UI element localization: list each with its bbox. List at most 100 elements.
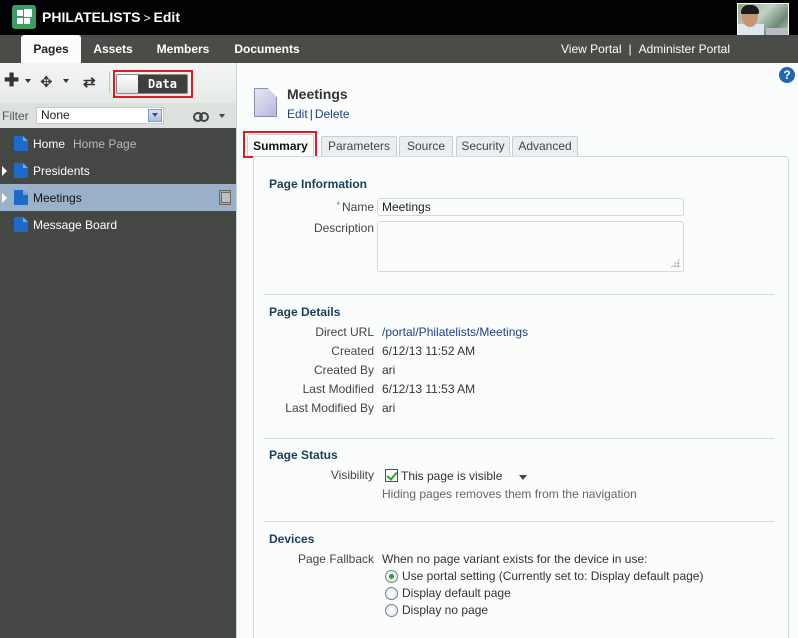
breadcrumb: PHILATELISTS > Edit xyxy=(42,9,180,25)
section-divider xyxy=(264,438,774,439)
portal-editor: PHILATELISTS > Edit Pages Assets Members D… xyxy=(0,0,798,638)
help-icon[interactable]: ? xyxy=(779,67,795,83)
direct-url-label: Direct URL xyxy=(315,325,374,339)
last-modified-by-label: Last Modified By xyxy=(285,401,374,415)
created-label: Created xyxy=(331,344,374,358)
page-tree: Home Home Page Presidents Meetings Messag… xyxy=(0,130,236,238)
tree-item-label[interactable]: Home xyxy=(33,137,65,151)
visibility-checkbox-label[interactable]: This page is visible xyxy=(401,469,502,483)
nav-tab-pages[interactable]: Pages xyxy=(21,35,81,63)
last-modified-value: 6/12/13 11:53 AM xyxy=(382,382,476,396)
page-icon xyxy=(14,217,28,232)
view-portal-link[interactable]: View Portal xyxy=(561,42,621,56)
name-label: * Name xyxy=(336,200,374,214)
fallback-intro: When no page variant exists for the devi… xyxy=(382,552,648,566)
page-icon xyxy=(14,190,28,205)
filter-bar: Filter None xyxy=(0,103,236,128)
tree-item-home[interactable]: Home Home Page xyxy=(0,130,236,157)
visibility-label: Visibility xyxy=(330,468,374,482)
created-by-label: Created By xyxy=(313,363,374,377)
section-title-devices: Devices xyxy=(269,532,315,546)
page-icon xyxy=(14,136,28,151)
move-menu-caret-icon[interactable] xyxy=(63,79,69,83)
filter-selected-value: None xyxy=(41,108,70,122)
created-by-value: ari xyxy=(382,363,396,377)
tab-parameters[interactable]: Parameters xyxy=(321,136,397,156)
resize-grip-icon[interactable] xyxy=(670,258,680,268)
refresh-icon[interactable]: ⇄ xyxy=(83,75,96,90)
toggle-knob[interactable] xyxy=(117,75,138,93)
page-editor: ? Meetings Edit | Delete Summary Parameter… xyxy=(237,63,798,638)
move-arrows-icon[interactable]: ✥ xyxy=(40,75,53,90)
tab-security[interactable]: Security xyxy=(456,136,510,156)
tree-item-meetings[interactable]: Meetings xyxy=(0,184,236,211)
required-marker: * xyxy=(336,200,340,210)
tree-item-label[interactable]: Message Board xyxy=(33,218,117,232)
description-label: Description xyxy=(313,221,374,235)
radio-display-default-page[interactable] xyxy=(385,587,398,600)
section-divider xyxy=(264,294,774,295)
tab-source[interactable]: Source xyxy=(399,136,453,156)
expand-arrow-icon[interactable] xyxy=(2,166,7,176)
radio-display-no-page[interactable] xyxy=(385,604,398,617)
document-icon xyxy=(254,88,277,117)
chevron-down-icon[interactable] xyxy=(148,109,162,122)
glasses-icon[interactable] xyxy=(193,111,209,122)
plus-icon[interactable]: ✚ xyxy=(4,71,19,89)
portal-grid-icon[interactable] xyxy=(12,5,36,29)
data-toggle-label: Data xyxy=(148,77,177,91)
top-header: PHILATELISTS > Edit xyxy=(0,0,798,42)
page-icon xyxy=(14,163,28,178)
administer-portal-link[interactable]: Administer Portal xyxy=(639,42,730,56)
visibility-hint: Hiding pages removes them from the navig… xyxy=(382,487,637,501)
portal-links: View Portal | Administer Portal xyxy=(561,35,730,63)
site-name[interactable]: PHILATELISTS xyxy=(42,9,141,25)
delete-link[interactable]: Delete xyxy=(315,107,350,121)
section-title-page-status: Page Status xyxy=(269,448,338,462)
tree-toolbar: ✚ ✥ ⇄ Data xyxy=(0,63,236,103)
breadcrumb-separator: > xyxy=(143,11,151,25)
device-tablet-icon[interactable] xyxy=(219,190,231,205)
action-separator: | xyxy=(309,107,313,121)
summary-tab-highlight xyxy=(243,131,317,158)
name-field[interactable]: Meetings xyxy=(377,198,684,216)
mode-label: Edit xyxy=(153,9,180,25)
nav-tab-members[interactable]: Members xyxy=(148,35,218,63)
radio-label[interactable]: Display no page xyxy=(402,603,488,617)
description-field[interactable] xyxy=(377,221,684,272)
nav-tab-assets[interactable]: Assets xyxy=(84,35,142,63)
tree-item-sublabel: Home Page xyxy=(73,137,137,151)
page-title: Meetings xyxy=(287,86,348,102)
radio-use-portal-setting[interactable] xyxy=(385,570,398,583)
summary-panel: Page Information * Name Meetings Descript… xyxy=(253,156,789,638)
expand-arrow-icon[interactable] xyxy=(2,193,7,203)
nav-tab-documents[interactable]: Documents xyxy=(226,35,308,63)
tree-item-message-board[interactable]: Message Board xyxy=(0,211,236,238)
direct-url-link[interactable]: /portal/Philatelists/Meetings xyxy=(382,325,528,339)
add-menu-caret-icon[interactable] xyxy=(25,79,31,83)
tree-item-label[interactable]: Presidents xyxy=(33,164,90,178)
page-actions: Edit | Delete xyxy=(287,107,350,121)
page-tree-panel: ✚ ✥ ⇄ Data Filter None Home Home Page Pr… xyxy=(0,63,236,638)
radio-label[interactable]: Use portal setting (Currently set to: Di… xyxy=(402,569,703,583)
visibility-menu-caret-icon[interactable] xyxy=(519,475,527,480)
tree-item-label[interactable]: Meetings xyxy=(33,191,82,205)
edit-link[interactable]: Edit xyxy=(287,107,308,121)
tab-advanced[interactable]: Advanced xyxy=(512,136,578,156)
filter-label: Filter xyxy=(2,109,29,123)
tree-item-presidents[interactable]: Presidents xyxy=(0,157,236,184)
page-fallback-label: Page Fallback xyxy=(297,552,374,566)
last-modified-label: Last Modified xyxy=(302,382,374,396)
radio-label[interactable]: Display default page xyxy=(402,586,511,600)
main-nav: Pages Assets Members Documents View Port… xyxy=(0,35,798,63)
section-title-page-details: Page Details xyxy=(269,305,341,319)
data-toggle-switch[interactable]: Data xyxy=(116,74,188,94)
filter-select[interactable]: None xyxy=(36,107,164,124)
toolbar-divider xyxy=(109,71,110,93)
visibility-checkbox[interactable] xyxy=(385,469,398,482)
section-title-page-information: Page Information xyxy=(269,177,368,191)
last-modified-by-value: ari xyxy=(382,401,396,415)
created-value: 6/12/13 11:52 AM xyxy=(382,344,476,358)
view-menu-caret-icon[interactable] xyxy=(219,114,225,118)
link-divider: | xyxy=(628,42,632,56)
